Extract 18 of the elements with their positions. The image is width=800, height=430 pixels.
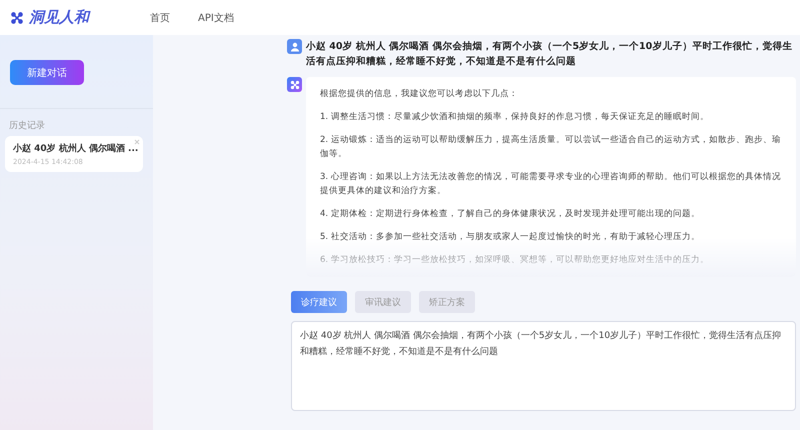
answer-paragraph: 1. 调整生活习惯：尽量减少饮酒和抽烟的频率，保持良好的作息习惯，每天保证充足的睡眠时间。 — [320, 110, 710, 124]
answer-paragraph: 3. 心理咨询：如果以上方法无法改善您的情况，可能需要寻求专业的心理咨询师的帮助。他们可以根据您的具体情况提供更具体的建议和治疗方案。 — [320, 170, 782, 198]
close-icon[interactable] — [134, 139, 140, 145]
bot-avatar — [287, 77, 302, 92]
new-chat-button[interactable]: 新建对话 — [10, 60, 84, 85]
nav-link[interactable]: API文档 — [198, 10, 234, 24]
user-message: 小赵 40岁 杭州人 偶尔喝酒 偶尔会抽烟，有两个小孩（一个5岁女儿，一个10岁儿子）平时工作很忙，觉得生活有点压抑和糟糕，经常睡不好觉，不知道是不是有什么问题 — [306, 40, 794, 69]
answer-paragraph: 2. 运动锻炼：适当的运动可以帮助缓解压力，提高生活质量。可以尝试一些适合自己的运动方式，如散步、跑步、瑜伽等。 — [320, 134, 782, 161]
answer-paragraph: 4. 定期体检：定期进行身体检查，了解自己的身体健康状况，及时发现并处理可能出现的问题。 — [320, 208, 701, 221]
answer-paragraph: 5. 社交活动：多参加一些社交活动，与朋友或家人一起度过愉快的时光，有助于减轻心理压力。 — [320, 230, 701, 244]
input-field[interactable]: 小赵 40岁 杭州人 偶尔喝酒 偶尔会抽烟，有两个小孩（一个5岁女儿，一个10岁儿子）平时工作很忙，觉得生活有点压抑和糟糕，经常睡不好觉，不知道是不是有什么问题 — [291, 321, 796, 411]
nav-link[interactable]: 首页 — [150, 10, 170, 24]
answer-paragraph: 根据您提供的信息，我建议您可以考虑以下几点： — [320, 88, 519, 101]
history-title: 历史记录 — [8, 120, 46, 133]
logo-icon — [10, 10, 24, 24]
answer-paragraph: 6. 学习放松技巧：学习一些放松技巧，如深呼吸、冥想等，可以帮助您更好地应对生活中的压力。 — [320, 254, 710, 267]
history-item-title: 小赵 40岁 杭州人 偶尔喝酒 ... — [13, 142, 135, 155]
brand-name: 洞见人和 — [29, 8, 89, 27]
